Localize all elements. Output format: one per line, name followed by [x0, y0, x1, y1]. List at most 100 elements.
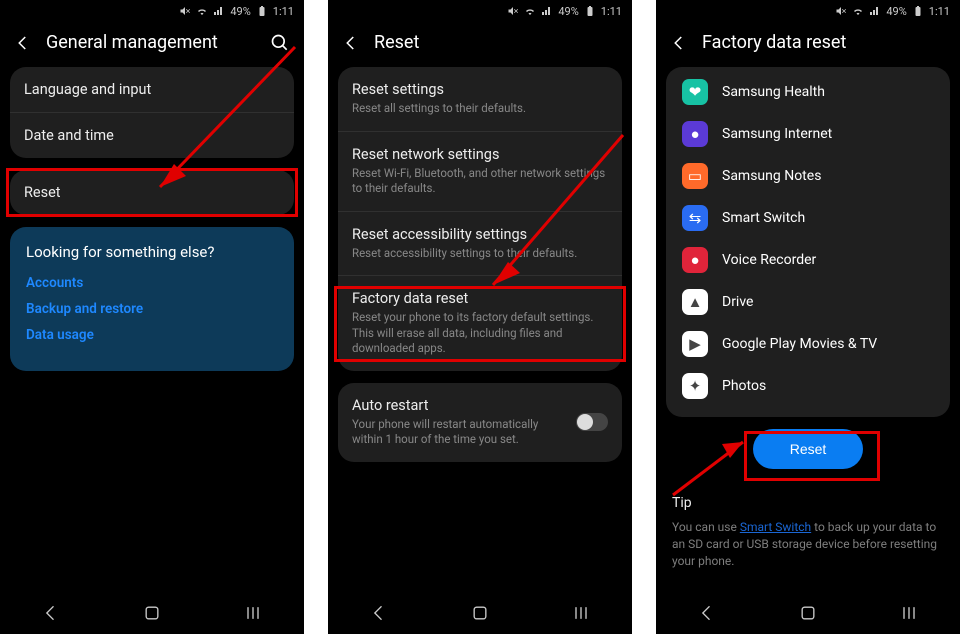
nav-bar: [0, 592, 304, 634]
nav-home-icon[interactable]: [142, 603, 162, 623]
help-card: Looking for something else? Accounts Bac…: [10, 227, 294, 371]
item-reset-accessibility[interactable]: Reset accessibility settings Reset acces…: [338, 211, 622, 276]
nav-recent-icon[interactable]: [571, 603, 591, 623]
app-row: ● Samsung Internet: [666, 113, 950, 155]
app-icon: ▶: [682, 331, 708, 357]
item-title: Factory data reset: [352, 290, 608, 307]
nav-back-icon[interactable]: [41, 603, 61, 623]
signal-icon: [541, 5, 553, 17]
app-label: Samsung Health: [722, 84, 825, 100]
wifi-icon: [524, 5, 536, 17]
tip-section: Tip You can use Smart Switch to back up …: [656, 487, 960, 569]
nav-back-icon[interactable]: [369, 603, 389, 623]
help-link-backup[interactable]: Backup and restore: [26, 301, 278, 317]
app-label: Samsung Notes: [722, 168, 821, 184]
item-title: Reset accessibility settings: [352, 226, 608, 243]
help-question: Looking for something else?: [26, 243, 278, 261]
battery-pct: 49%: [558, 5, 578, 18]
app-icon: ●: [682, 121, 708, 147]
battery-pct: 49%: [886, 5, 906, 18]
battery-icon: [584, 5, 596, 17]
signal-icon: [213, 5, 225, 17]
app-icon: ❤: [682, 79, 708, 105]
status-bar: 49% 1:11: [656, 0, 960, 22]
page-title: Reset: [374, 32, 419, 53]
app-label: Google Play Movies & TV: [722, 336, 877, 352]
app-row: ✦ Photos: [666, 365, 950, 407]
item-subtitle: Your phone will restart automatically wi…: [352, 417, 566, 448]
app-icon: ▲: [682, 289, 708, 315]
wifi-icon: [852, 5, 864, 17]
app-row: ● Voice Recorder: [666, 239, 950, 281]
help-link-data[interactable]: Data usage: [26, 327, 278, 343]
app-label: Samsung Internet: [722, 126, 832, 142]
clock: 1:11: [273, 5, 294, 18]
back-icon[interactable]: [14, 34, 32, 52]
page-header: Reset: [328, 22, 632, 67]
help-link-accounts[interactable]: Accounts: [26, 275, 278, 291]
page-header: Factory data reset: [656, 22, 960, 67]
page-title: Factory data reset: [702, 32, 846, 53]
item-factory-reset[interactable]: Factory data reset Reset your phone to i…: [338, 275, 622, 371]
reset-button[interactable]: Reset: [753, 429, 863, 469]
reset-card: Reset: [10, 170, 294, 215]
item-title: Reset settings: [352, 81, 608, 98]
item-date-time[interactable]: Date and time: [10, 112, 294, 158]
auto-restart-toggle[interactable]: [576, 413, 608, 431]
app-icon: ✦: [682, 373, 708, 399]
item-language-input[interactable]: Language and input: [10, 67, 294, 112]
app-row: ▲ Drive: [666, 281, 950, 323]
signal-icon: [869, 5, 881, 17]
app-list-card: ❤ Samsung Health ● Samsung Internet ▭ Samsung…: [666, 67, 950, 417]
app-label: Smart Switch: [722, 210, 805, 226]
tip-text-part: You can use: [672, 520, 740, 534]
nav-home-icon[interactable]: [470, 603, 490, 623]
nav-bar: [328, 592, 632, 634]
battery-pct: 49%: [230, 5, 250, 18]
status-bar: 49% 1:11: [328, 0, 632, 22]
screen-general-management: 49% 1:11 General management Language and…: [0, 0, 304, 634]
reset-options-card: Reset settings Reset all settings to the…: [338, 67, 622, 371]
item-title: Reset network settings: [352, 146, 608, 163]
nav-bar: [656, 592, 960, 634]
auto-restart-card: Auto restart Your phone will restart aut…: [338, 383, 622, 462]
settings-card: Language and input Date and time: [10, 67, 294, 158]
smart-switch-link[interactable]: Smart Switch: [740, 520, 811, 534]
item-reset-settings[interactable]: Reset settings Reset all settings to the…: [338, 67, 622, 131]
back-icon[interactable]: [342, 34, 360, 52]
tip-title: Tip: [672, 495, 944, 511]
app-row: ▭ Samsung Notes: [666, 155, 950, 197]
item-title: Auto restart: [352, 397, 566, 414]
item-subtitle: Reset your phone to its factory default …: [352, 310, 608, 357]
app-label: Voice Recorder: [722, 252, 816, 268]
screen-factory-data-reset: 49% 1:11 Factory data reset ❤ Samsung Hea…: [656, 0, 960, 634]
page-title: General management: [46, 32, 218, 53]
app-icon: ●: [682, 247, 708, 273]
clock: 1:11: [929, 5, 950, 18]
app-row: ⇆ Smart Switch: [666, 197, 950, 239]
back-icon[interactable]: [670, 34, 688, 52]
item-auto-restart[interactable]: Auto restart Your phone will restart aut…: [338, 383, 622, 462]
nav-back-icon[interactable]: [697, 603, 717, 623]
item-subtitle: Reset accessibility settings to their de…: [352, 246, 608, 262]
search-icon[interactable]: [270, 33, 290, 53]
item-subtitle: Reset Wi-Fi, Bluetooth, and other networ…: [352, 166, 608, 197]
nav-recent-icon[interactable]: [243, 603, 263, 623]
mute-icon: [507, 5, 519, 17]
app-label: Drive: [722, 294, 753, 310]
item-subtitle: Reset all settings to their defaults.: [352, 101, 608, 117]
app-icon: ▭: [682, 163, 708, 189]
nav-home-icon[interactable]: [798, 603, 818, 623]
status-bar: 49% 1:11: [0, 0, 304, 22]
clock: 1:11: [601, 5, 622, 18]
app-label: Photos: [722, 378, 766, 394]
app-icon: ⇆: [682, 205, 708, 231]
tip-text: You can use Smart Switch to back up your…: [672, 519, 944, 569]
page-header: General management: [0, 22, 304, 67]
item-reset-network[interactable]: Reset network settings Reset Wi-Fi, Blue…: [338, 131, 622, 211]
battery-icon: [256, 5, 268, 17]
app-row: ❤ Samsung Health: [666, 71, 950, 113]
nav-recent-icon[interactable]: [899, 603, 919, 623]
item-reset[interactable]: Reset: [10, 170, 294, 215]
app-row: ▶ Google Play Movies & TV: [666, 323, 950, 365]
